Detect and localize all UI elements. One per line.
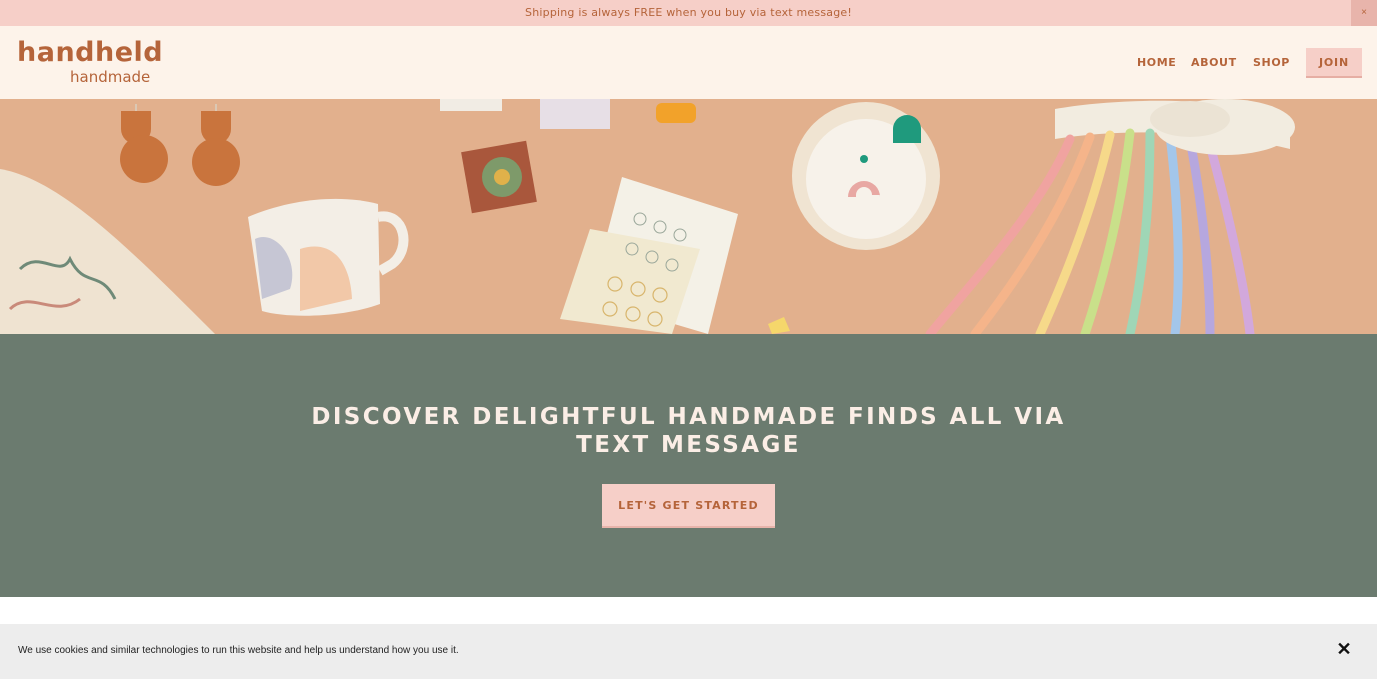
hero-illustration [0, 99, 1377, 334]
cookie-close-icon[interactable]: ✕ [1333, 638, 1355, 660]
announcement-close-button[interactable]: × [1351, 0, 1377, 26]
hero-image [0, 99, 1377, 334]
cookie-banner: We use cookies and similar technologies … [0, 624, 1377, 679]
announcement-bar: Shipping is always FREE when you buy via… [0, 0, 1377, 26]
join-button[interactable]: JOIN [1306, 48, 1362, 78]
band-headline: DISCOVER DELIGHTFUL HANDMADE FINDS ALL V… [311, 404, 1066, 458]
announcement-text: Shipping is always FREE when you buy via… [525, 6, 852, 19]
logo-wordmark-bottom: handmade [70, 68, 151, 86]
cta-band [0, 334, 1377, 597]
nav-shop[interactable]: SHOP [1253, 48, 1290, 78]
logo-wordmark-top: handheld [17, 37, 164, 68]
logo[interactable]: handheld handmade [17, 38, 163, 88]
nav-home[interactable]: HOME [1137, 48, 1176, 78]
cookie-text: We use cookies and similar technologies … [18, 645, 459, 656]
nav-about[interactable]: ABOUT [1191, 48, 1237, 78]
get-started-button[interactable]: LET'S GET STARTED [602, 484, 775, 528]
